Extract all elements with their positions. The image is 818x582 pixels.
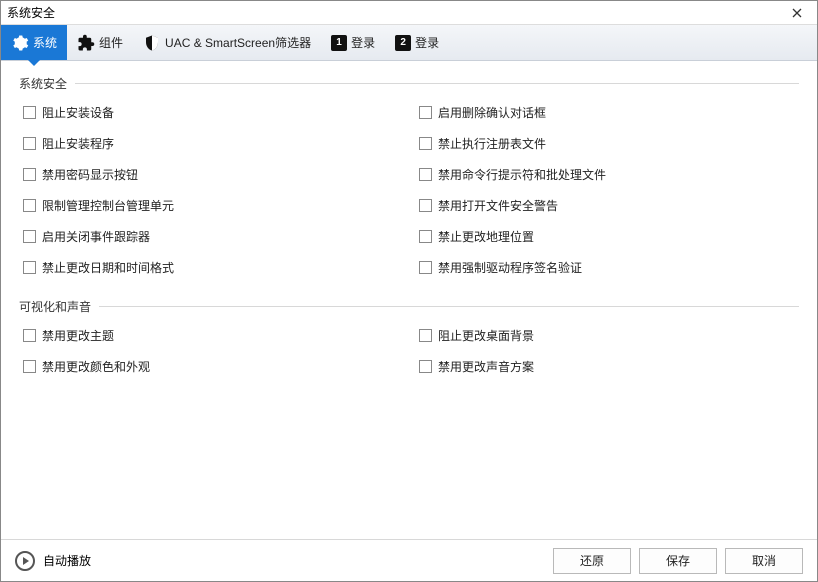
checkbox[interactable] [23,230,36,243]
checkbox[interactable] [23,168,36,181]
option-disable-driver-signing[interactable]: 禁用强制驱动程序签名验证 [419,259,795,276]
checkbox[interactable] [419,360,432,373]
checkbox[interactable] [23,329,36,342]
checkbox[interactable] [419,199,432,212]
option-label: 禁用更改主题 [42,327,114,344]
option-label: 阻止更改桌面背景 [438,327,534,344]
option-disable-sound-scheme[interactable]: 禁用更改声音方案 [419,358,795,375]
option-disable-regfile[interactable]: 禁止执行注册表文件 [419,135,795,152]
number-badge-1-icon: 1 [331,35,347,51]
tab-label: 登录 [415,34,439,51]
tab-label: 组件 [99,34,123,51]
option-disable-password-reveal[interactable]: 禁用密码显示按钮 [23,166,399,183]
divider [75,83,799,84]
group-visual-sound: 可视化和声音 禁用更改主题 禁用更改颜色和外观 阻止更改桌面背景 禁用更改声音方… [19,298,799,387]
option-enable-delete-confirm[interactable]: 启用删除确认对话框 [419,104,795,121]
option-disable-open-file-warning[interactable]: 禁用打开文件安全警告 [419,197,795,214]
titlebar: 系统安全 [1,1,817,25]
group-title: 可视化和声音 [19,298,91,315]
tab-system[interactable]: 系统 [1,25,67,60]
option-label: 启用删除确认对话框 [438,104,546,121]
number-badge-2-icon: 2 [395,35,411,51]
tab-label: 登录 [351,34,375,51]
close-icon [792,8,802,18]
option-label: 禁用强制驱动程序签名验证 [438,259,582,276]
checkbox[interactable] [23,137,36,150]
checkbox[interactable] [419,329,432,342]
option-block-install-program[interactable]: 阻止安装程序 [23,135,399,152]
tab-components[interactable]: 组件 [67,25,133,60]
option-label: 禁止更改地理位置 [438,228,534,245]
checkbox[interactable] [23,199,36,212]
option-disable-datetime-format[interactable]: 禁止更改日期和时间格式 [23,259,399,276]
option-label: 禁止执行注册表文件 [438,135,546,152]
play-circle-icon[interactable] [15,551,35,571]
checkbox[interactable] [419,137,432,150]
option-disable-color-appearance[interactable]: 禁用更改颜色和外观 [23,358,399,375]
checkbox[interactable] [419,168,432,181]
checkbox[interactable] [23,261,36,274]
option-enable-shutdown-tracker[interactable]: 启用关闭事件跟踪器 [23,228,399,245]
gear-icon [11,34,29,52]
puzzle-icon [77,34,95,52]
checkbox[interactable] [419,106,432,119]
option-label: 禁用密码显示按钮 [42,166,138,183]
tab-uac-smartscreen[interactable]: UAC & SmartScreen筛选器 [133,25,321,60]
save-button[interactable]: 保存 [639,548,717,574]
group-header: 可视化和声音 [19,298,799,315]
option-restrict-mmc[interactable]: 限制管理控制台管理单元 [23,197,399,214]
option-disable-theme-change[interactable]: 禁用更改主题 [23,327,399,344]
group-header: 系统安全 [19,75,799,92]
close-button[interactable] [783,3,811,23]
shield-icon [143,34,161,52]
option-label: 禁用更改声音方案 [438,358,534,375]
content-area: 系统安全 阻止安装设备 阻止安装程序 禁用密码显示按钮 限制管理控制台管理单元 … [1,61,817,539]
option-label: 禁用命令行提示符和批处理文件 [438,166,606,183]
tab-label: UAC & SmartScreen筛选器 [165,34,311,51]
autoplay-label[interactable]: 自动播放 [43,552,91,569]
option-disable-geolocation-change[interactable]: 禁止更改地理位置 [419,228,795,245]
option-label: 阻止安装程序 [42,135,114,152]
option-label: 阻止安装设备 [42,104,114,121]
options-grid: 阻止安装设备 阻止安装程序 禁用密码显示按钮 限制管理控制台管理单元 启用关闭事… [19,100,799,288]
option-label: 禁用更改颜色和外观 [42,358,150,375]
tab-label: 系统 [33,34,57,51]
tab-login-2[interactable]: 2 登录 [385,25,449,60]
options-grid: 禁用更改主题 禁用更改颜色和外观 阻止更改桌面背景 禁用更改声音方案 [19,323,799,387]
option-label: 启用关闭事件跟踪器 [42,228,150,245]
option-label: 禁用打开文件安全警告 [438,197,558,214]
cancel-button[interactable]: 取消 [725,548,803,574]
window-title: 系统安全 [7,4,55,21]
option-label: 限制管理控制台管理单元 [42,197,174,214]
option-label: 禁止更改日期和时间格式 [42,259,174,276]
group-system-security: 系统安全 阻止安装设备 阻止安装程序 禁用密码显示按钮 限制管理控制台管理单元 … [19,75,799,288]
checkbox[interactable] [419,261,432,274]
group-title: 系统安全 [19,75,67,92]
divider [99,306,799,307]
checkbox[interactable] [23,106,36,119]
footer: 自动播放 还原 保存 取消 [1,539,817,581]
toolbar: 系统 组件 UAC & SmartScreen筛选器 1 登录 2 登录 [1,25,817,61]
option-disable-cmd-batch[interactable]: 禁用命令行提示符和批处理文件 [419,166,795,183]
option-block-desktop-bg[interactable]: 阻止更改桌面背景 [419,327,795,344]
tab-login-1[interactable]: 1 登录 [321,25,385,60]
restore-button[interactable]: 还原 [553,548,631,574]
checkbox[interactable] [419,230,432,243]
footer-left: 自动播放 [15,551,545,571]
option-block-install-device[interactable]: 阻止安装设备 [23,104,399,121]
checkbox[interactable] [23,360,36,373]
